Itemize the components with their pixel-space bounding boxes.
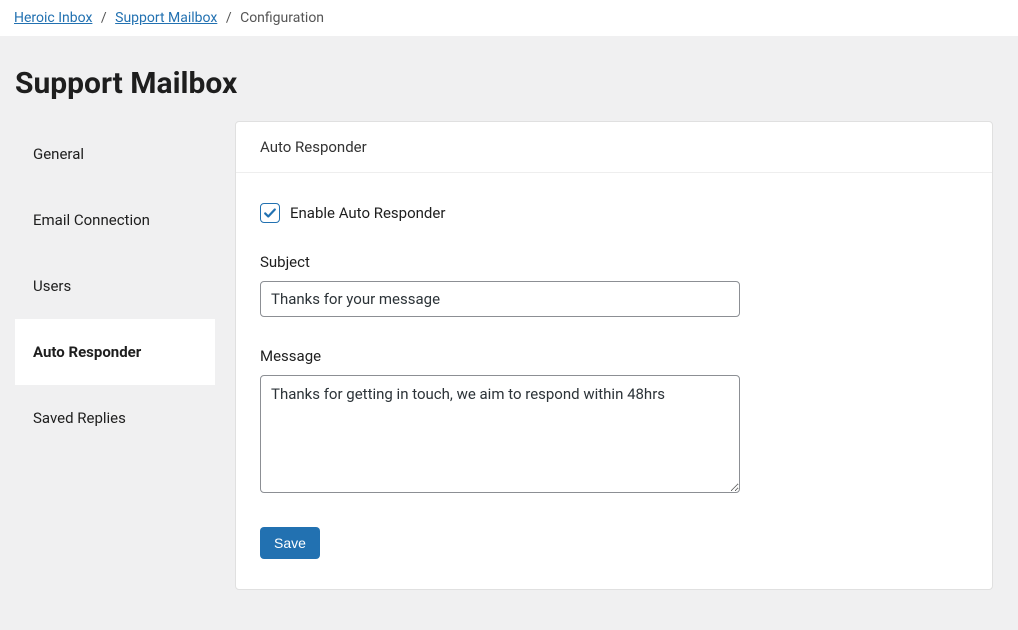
sidebar-item-saved-replies[interactable]: Saved Replies	[15, 385, 215, 451]
subject-label: Subject	[260, 253, 968, 271]
enable-auto-responder-row: Enable Auto Responder	[260, 203, 968, 223]
sidebar-item-general[interactable]: General	[15, 121, 215, 187]
breadcrumb: Heroic Inbox / Support Mailbox / Configu…	[0, 0, 1018, 36]
page-title: Support Mailbox	[15, 46, 1003, 121]
breadcrumb-separator: /	[221, 10, 237, 26]
sidebar-item-auto-responder[interactable]: Auto Responder	[15, 319, 215, 385]
breadcrumb-link-heroic-inbox[interactable]: Heroic Inbox	[14, 10, 92, 26]
subject-input[interactable]	[260, 281, 740, 317]
message-field-group: Message	[260, 347, 968, 497]
breadcrumb-link-support-mailbox[interactable]: Support Mailbox	[115, 10, 217, 26]
save-button[interactable]: Save	[260, 527, 320, 559]
breadcrumb-current: Configuration	[240, 10, 324, 26]
content-header: Auto Responder	[236, 122, 992, 173]
enable-auto-responder-checkbox[interactable]	[260, 203, 280, 223]
layout: General Email Connection Users Auto Resp…	[15, 121, 1003, 590]
enable-auto-responder-label: Enable Auto Responder	[290, 204, 445, 222]
content-body: Enable Auto Responder Subject Message Sa…	[236, 173, 992, 589]
subject-field-group: Subject	[260, 253, 968, 317]
main-area: Support Mailbox General Email Connection…	[0, 36, 1018, 630]
check-icon	[263, 206, 277, 220]
sidebar-item-email-connection[interactable]: Email Connection	[15, 187, 215, 253]
breadcrumb-separator: /	[96, 10, 112, 26]
content-panel: Auto Responder Enable Auto Responder Sub…	[235, 121, 993, 590]
sidebar-item-users[interactable]: Users	[15, 253, 215, 319]
message-label: Message	[260, 347, 968, 365]
message-textarea[interactable]	[260, 375, 740, 493]
sidebar: General Email Connection Users Auto Resp…	[15, 121, 215, 451]
